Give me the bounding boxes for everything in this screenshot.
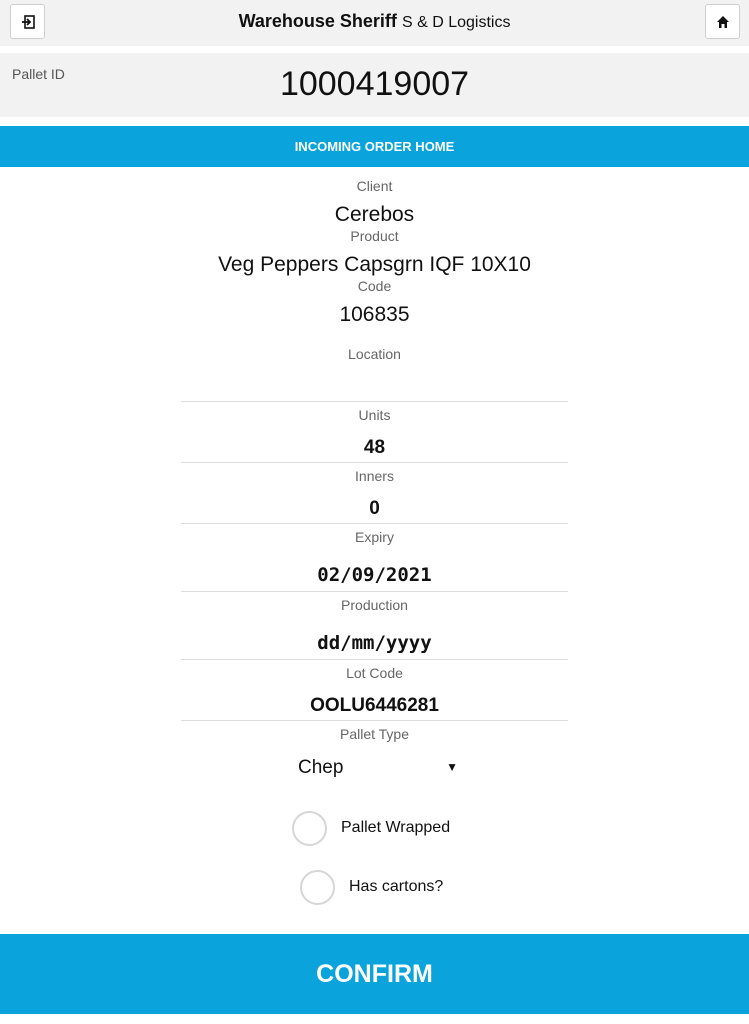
expiry-divider xyxy=(181,591,568,592)
pallet-id-value: 1000419007 xyxy=(279,65,470,103)
product-label: Product xyxy=(350,228,399,244)
production-divider xyxy=(181,659,568,660)
code-label: Code xyxy=(357,278,392,294)
section-title: INCOMING ORDER HOME xyxy=(0,126,749,167)
home-icon xyxy=(716,15,729,28)
lot-code-label: Lot Code xyxy=(346,665,403,681)
code-value: 106835 xyxy=(339,303,410,326)
units-divider xyxy=(181,462,568,463)
client-label: Client xyxy=(356,178,393,194)
location-input[interactable] xyxy=(0,370,749,396)
production-date-input[interactable]: dd/mm/yyyy xyxy=(0,632,749,654)
units-input[interactable]: 48 xyxy=(0,437,749,459)
app-title: Warehouse Sheriff S & D Logistics xyxy=(0,11,749,32)
lot-code-input[interactable]: OOLU6446281 xyxy=(0,695,749,717)
has-cartons-toggle[interactable]: Has cartons? xyxy=(300,869,443,905)
has-cartons-radio[interactable] xyxy=(300,869,335,905)
pallet-wrapped-radio[interactable] xyxy=(292,810,327,846)
units-label: Units xyxy=(358,407,391,423)
dropdown-arrow-icon: ▼ xyxy=(446,760,458,774)
inners-divider xyxy=(181,523,568,524)
pallet-type-selected: Chep xyxy=(298,757,344,778)
has-cartons-label: Has cartons? xyxy=(349,878,444,895)
pallet-wrapped-label: Pallet Wrapped xyxy=(341,819,451,836)
lot-code-divider xyxy=(181,720,568,721)
company-name: S & D Logistics xyxy=(401,14,511,31)
expiry-label: Expiry xyxy=(355,529,394,545)
app-name: Warehouse Sheriff xyxy=(238,11,397,31)
expiry-date-input[interactable]: 02/09/2021 xyxy=(0,564,749,586)
pallet-id-bar: Pallet ID 1000419007 xyxy=(0,53,749,117)
pallet-type-label: Pallet Type xyxy=(339,726,409,742)
location-divider xyxy=(181,401,568,402)
home-button[interactable] xyxy=(705,4,740,39)
client-value: Cerebos xyxy=(334,203,415,226)
product-value: Veg Peppers Capsgrn IQF 10X10 xyxy=(218,253,531,276)
inners-input[interactable]: 0 xyxy=(0,498,749,520)
inners-label: Inners xyxy=(355,468,394,484)
app-header: Warehouse Sheriff S & D Logistics xyxy=(0,0,749,46)
pallet-type-select[interactable]: Chep ▼ xyxy=(298,756,458,780)
pallet-wrapped-toggle[interactable]: Pallet Wrapped xyxy=(292,810,450,846)
location-label: Location xyxy=(348,346,401,362)
confirm-button[interactable]: CONFIRM xyxy=(0,934,749,1014)
production-label: Production xyxy=(341,597,408,613)
